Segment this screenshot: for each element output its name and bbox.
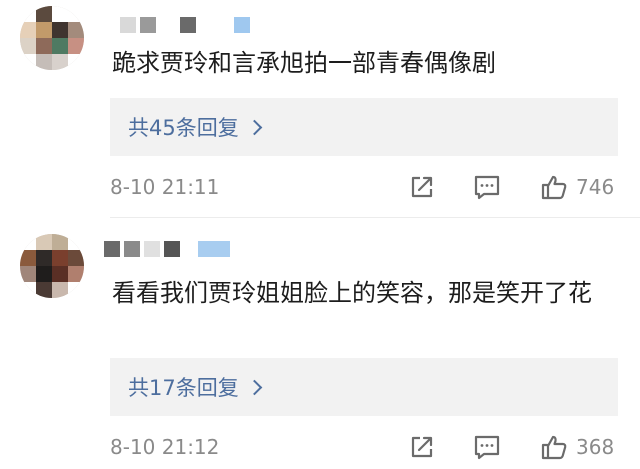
- avatar-pixel: [20, 266, 36, 282]
- avatar-pixel: [52, 6, 68, 22]
- comment-actions: 746: [110, 170, 640, 204]
- replies-count-label: 共45条回复: [128, 116, 239, 140]
- avatar-pixel: [20, 234, 36, 250]
- avatar-pixel: [36, 38, 52, 54]
- thumbs-up-icon: [541, 435, 567, 460]
- avatar-pixel: [36, 6, 52, 22]
- avatar-pixel: [36, 282, 52, 298]
- comment-icon[interactable]: [473, 433, 501, 461]
- thumbs-up-icon: [541, 175, 567, 200]
- username-pixel: [198, 241, 230, 257]
- username-pixel: [160, 17, 176, 33]
- comment-meta: 8-10 21:12 368: [110, 430, 640, 464]
- comment-meta: 8-10 21:11 746: [110, 170, 640, 204]
- avatar-pixel: [68, 38, 84, 54]
- username-pixel: [164, 241, 180, 257]
- avatar-pixel: [20, 6, 36, 22]
- avatar[interactable]: [20, 6, 84, 70]
- username-pixel: [120, 17, 136, 33]
- view-replies-link[interactable]: 共45条回复: [128, 112, 263, 142]
- avatar-pixel: [68, 54, 84, 70]
- like-count: 746: [576, 175, 615, 199]
- like-button[interactable]: 746: [540, 173, 614, 201]
- avatar-pixel: [52, 38, 68, 54]
- username-pixel: [144, 241, 160, 257]
- avatar-pixel: [36, 266, 52, 282]
- replies-count-label: 共17条回复: [128, 376, 239, 400]
- username-pixel: [104, 241, 120, 257]
- comment-icon[interactable]: [473, 173, 501, 201]
- username-pixel: [180, 17, 196, 33]
- avatar-pixel: [36, 234, 52, 250]
- divider: [110, 217, 640, 218]
- avatar-pixel: [68, 6, 84, 22]
- avatar-pixel: [68, 266, 84, 282]
- chevron-right-icon: [246, 119, 263, 136]
- avatar-pixel: [20, 282, 36, 298]
- avatar-pixel: [20, 22, 36, 38]
- avatar-pixel: [20, 54, 36, 70]
- avatar-pixel: [68, 234, 84, 250]
- comment-actions: 368: [110, 430, 640, 464]
- avatar-pixel: [52, 282, 68, 298]
- avatar-pixel: [52, 250, 68, 266]
- like-button[interactable]: 368: [540, 433, 614, 461]
- avatar-pixel: [68, 282, 84, 298]
- username-pixel: [140, 17, 156, 33]
- view-replies-link[interactable]: 共17条回复: [128, 372, 263, 402]
- avatar-pixel: [52, 234, 68, 250]
- avatar-pixel: [36, 22, 52, 38]
- comment-item-1: 跪求贾玲和言承旭拍一部青春偶像剧 共45条回复 8-10 21:11 746: [0, 0, 640, 222]
- chevron-right-icon: [246, 379, 263, 396]
- avatar-pixel: [52, 266, 68, 282]
- comment-text: 跪求贾玲和言承旭拍一部青春偶像剧: [112, 49, 496, 77]
- comment-text: 看看我们贾玲姐姐脸上的笑容，那是笑开了花: [112, 279, 592, 307]
- avatar-pixel: [36, 54, 52, 70]
- avatar-pixel: [20, 38, 36, 54]
- username[interactable]: [104, 240, 230, 258]
- avatar-pixel: [52, 54, 68, 70]
- avatar-pixel: [68, 22, 84, 38]
- comment-item-2: 看看我们贾玲姐姐脸上的笑容，那是笑开了花 共17条回复 8-10 21:12 3…: [0, 222, 640, 469]
- username-pixel: [234, 17, 250, 33]
- avatar-pixel: [68, 250, 84, 266]
- share-icon[interactable]: [408, 173, 436, 201]
- avatar[interactable]: [20, 234, 84, 298]
- avatar-pixel: [20, 250, 36, 266]
- replies-box: 共45条回复: [110, 98, 618, 156]
- username-pixel: [124, 241, 140, 257]
- replies-box: 共17条回复: [110, 358, 618, 416]
- share-icon[interactable]: [408, 433, 436, 461]
- like-count: 368: [576, 435, 615, 459]
- avatar-pixel: [36, 250, 52, 266]
- username[interactable]: [120, 16, 250, 34]
- avatar-pixel: [52, 22, 68, 38]
